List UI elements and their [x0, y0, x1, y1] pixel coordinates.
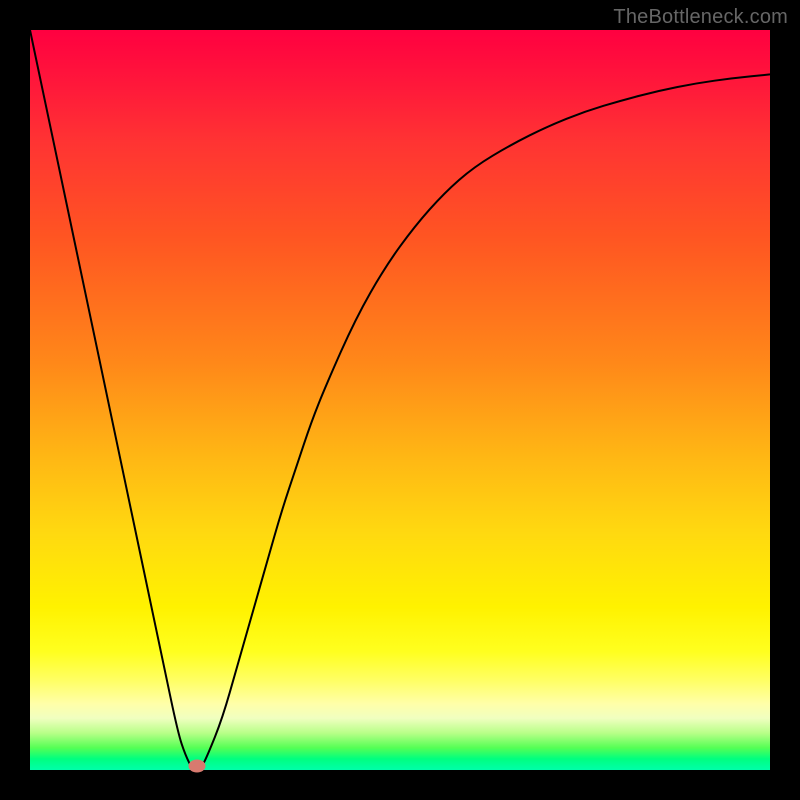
chart-frame: TheBottleneck.com: [0, 0, 800, 800]
curve-path: [30, 30, 770, 770]
attribution-text: TheBottleneck.com: [613, 6, 788, 29]
plot-area: [30, 30, 770, 770]
optimal-point-marker: [188, 759, 205, 772]
bottleneck-curve: [30, 30, 770, 770]
